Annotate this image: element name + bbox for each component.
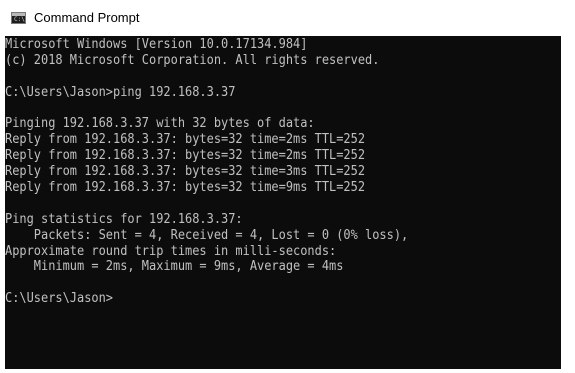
console-line: Reply from 192.168.3.37: bytes=32 time=2… bbox=[5, 132, 366, 148]
console-line: Pinging 192.168.3.37 with 32 bytes of da… bbox=[5, 116, 315, 132]
console-line: Microsoft Windows [Version 10.0.17134.98… bbox=[5, 37, 308, 52]
command-prompt-window: C:\ Command Prompt Microsoft Windows [Ve… bbox=[0, 0, 575, 373]
console-line: C:\Users\Jason>ping 192.168.3.37 bbox=[5, 84, 236, 100]
title-bar[interactable]: C:\ Command Prompt bbox=[0, 0, 575, 36]
console-output-area[interactable]: Microsoft Windows [Version 10.0.17134.98… bbox=[5, 36, 561, 369]
console-line: Reply from 192.168.3.37: bytes=32 time=9… bbox=[5, 180, 366, 196]
console-line: Reply from 192.168.3.37: bytes=32 time=2… bbox=[5, 148, 366, 164]
console-prompt-line[interactable]: C:\Users\Jason> bbox=[5, 291, 408, 307]
command-prompt-icon-glyph: C:\ bbox=[14, 16, 25, 23]
console-line: Packets: Sent = 4, Received = 4, Lost = … bbox=[5, 227, 409, 243]
command-prompt-icon: C:\ bbox=[11, 12, 26, 24]
window-title: Command Prompt bbox=[34, 10, 140, 25]
console-line: Minimum = 2ms, Maximum = 9ms, Average = … bbox=[5, 259, 344, 275]
console-line: (c) 2018 Microsoft Corporation. All righ… bbox=[5, 52, 380, 68]
vertical-scrollbar[interactable] bbox=[561, 36, 575, 373]
console-line: Ping statistics for 192.168.3.37: bbox=[5, 211, 243, 227]
console-line: Reply from 192.168.3.37: bytes=32 time=3… bbox=[5, 164, 366, 180]
console-text: Microsoft Windows [Version 10.0.17134.98… bbox=[5, 37, 408, 307]
console-line: Approximate round trip times in milli-se… bbox=[5, 243, 337, 259]
